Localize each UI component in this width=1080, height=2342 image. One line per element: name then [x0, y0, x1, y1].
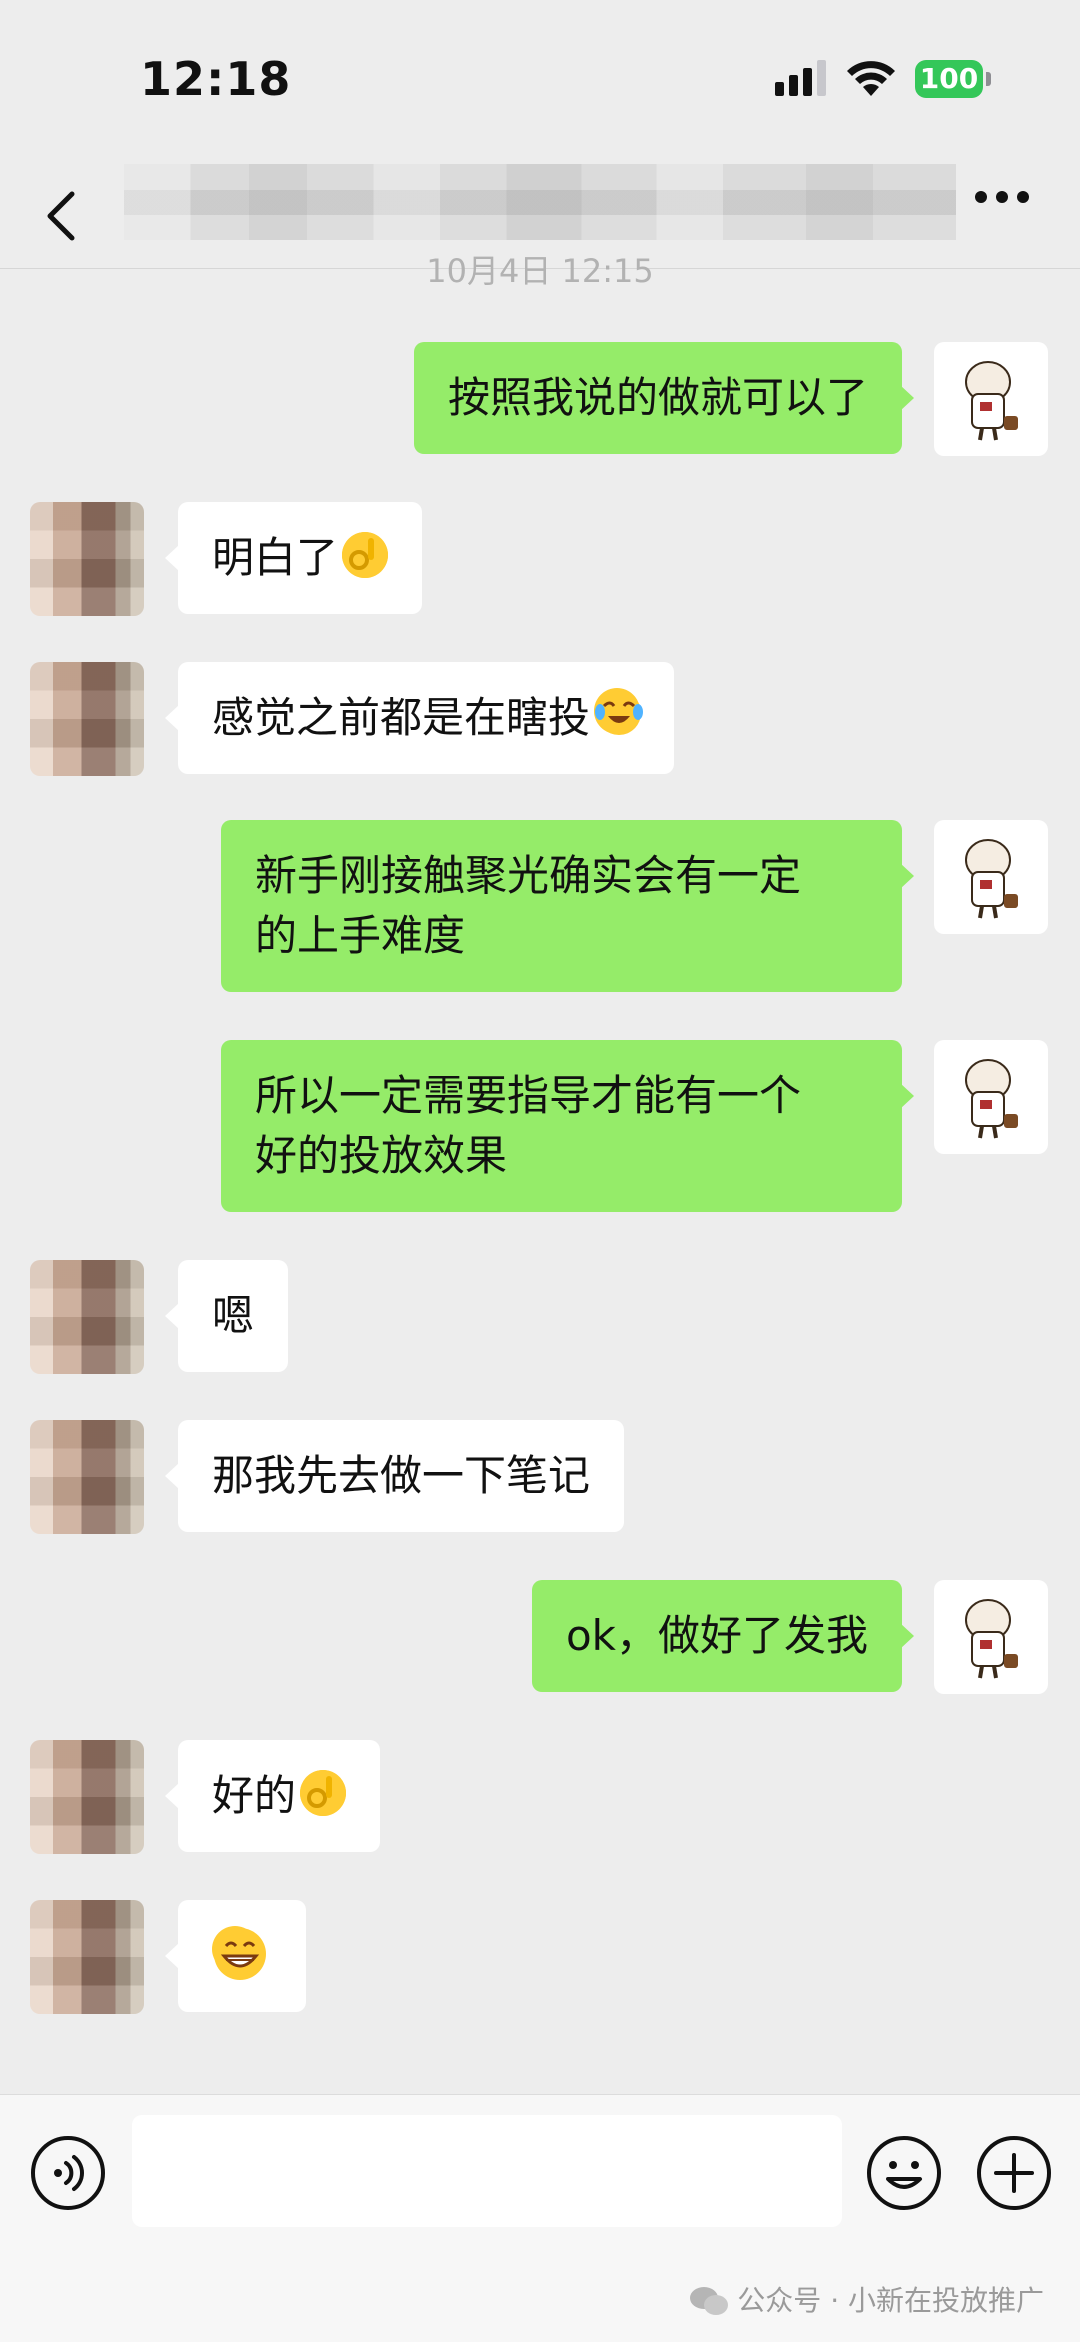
- input-bar: 公众号 · 小新在投放推广: [0, 2094, 1080, 2342]
- message-bubble-received[interactable]: 那我先去做一下笔记: [178, 1420, 625, 1532]
- message-bubble-received[interactable]: 嗯: [178, 1260, 289, 1372]
- watermark: 公众号 · 小新在投放推广: [689, 2279, 1044, 2319]
- message-bubble-received[interactable]: 明白了: [178, 502, 423, 614]
- message-timestamp: 10月4日 12:15: [426, 252, 654, 290]
- bubble-tail: [165, 1303, 179, 1329]
- add-icon[interactable]: [976, 2135, 1052, 2211]
- bubble-tail: [165, 545, 179, 571]
- self-avatar[interactable]: [934, 1580, 1048, 1694]
- message-bubble-sent[interactable]: 所以一定需要指导才能有一个 好的投放效果: [221, 1040, 902, 1212]
- contact-avatar[interactable]: [30, 1420, 144, 1534]
- message-text-line: 所以一定需要指导才能有一个: [255, 1071, 802, 1120]
- message-text: 嗯: [212, 1291, 255, 1340]
- chat-title-blurred: [124, 164, 956, 240]
- grinning-emoji-icon: [212, 1926, 266, 1980]
- status-time: 12:18: [140, 52, 292, 106]
- self-avatar[interactable]: [934, 1040, 1048, 1154]
- voice-input-icon[interactable]: [30, 2135, 106, 2211]
- message-bubble-received[interactable]: 好的: [178, 1740, 381, 1852]
- bubble-tail: [900, 1623, 914, 1649]
- message-text-line: 新手刚接触聚光确实会有一定: [255, 851, 802, 900]
- message-bubble-sent[interactable]: 新手刚接触聚光确实会有一定 的上手难度: [221, 820, 902, 992]
- bread-character-icon: [965, 1059, 1018, 1139]
- bubble-tail: [900, 1083, 914, 1109]
- wifi-icon: [847, 61, 895, 96]
- self-avatar[interactable]: [934, 820, 1048, 934]
- bubble-tail: [165, 1943, 179, 1969]
- bubble-tail: [165, 705, 179, 731]
- contact-avatar[interactable]: [30, 1900, 144, 2014]
- message-text-line: 的上手难度: [255, 911, 466, 960]
- cellular-signal-icon: [775, 60, 826, 96]
- watermark-text: 公众号 · 小新在投放推广: [737, 2284, 1044, 2317]
- status-bar: 12:18 100: [0, 0, 1080, 150]
- contact-avatar[interactable]: [30, 662, 144, 776]
- bubble-tail: [165, 1783, 179, 1809]
- bubble-tail: [165, 1463, 179, 1489]
- bread-character-icon: [965, 839, 1018, 919]
- battery-icon: 100: [915, 60, 983, 98]
- message-text: 明白了: [212, 533, 339, 582]
- message-input[interactable]: [132, 2115, 842, 2227]
- ok-hand-emoji-icon: [300, 1770, 347, 1816]
- emoji-icon[interactable]: [866, 2135, 942, 2211]
- message-text: ok，做好了发我: [565, 1611, 868, 1660]
- message-text-line: 好的投放效果: [255, 1131, 508, 1180]
- bread-character-icon: [965, 361, 1018, 441]
- back-arrow-icon[interactable]: [44, 190, 80, 242]
- contact-avatar[interactable]: [30, 1740, 144, 1854]
- wechat-logo-icon: [690, 2287, 729, 2315]
- message-bubble-received[interactable]: 感觉之前都是在瞎投: [178, 662, 675, 774]
- bubble-tail: [900, 863, 914, 889]
- ok-hand-emoji-icon: [342, 532, 389, 578]
- message-text: 感觉之前都是在瞎投: [212, 693, 591, 742]
- bread-character-icon: [965, 1599, 1018, 1679]
- self-avatar[interactable]: [934, 342, 1048, 456]
- bubble-tail: [900, 385, 914, 411]
- message-bubble-sent[interactable]: 按照我说的做就可以了: [413, 342, 902, 454]
- battery-cap: [986, 72, 991, 86]
- message-text: 按照我说的做就可以了: [447, 373, 868, 422]
- contact-avatar[interactable]: [30, 502, 144, 616]
- more-icon[interactable]: [974, 190, 1030, 204]
- contact-avatar[interactable]: [30, 1260, 144, 1374]
- message-bubble-sent[interactable]: ok，做好了发我: [531, 1580, 902, 1692]
- message-text: 好的: [212, 1771, 297, 1820]
- laugh-cry-emoji-icon: [594, 688, 644, 735]
- message-text: 那我先去做一下笔记: [212, 1451, 591, 1500]
- message-bubble-received[interactable]: [178, 1900, 306, 2012]
